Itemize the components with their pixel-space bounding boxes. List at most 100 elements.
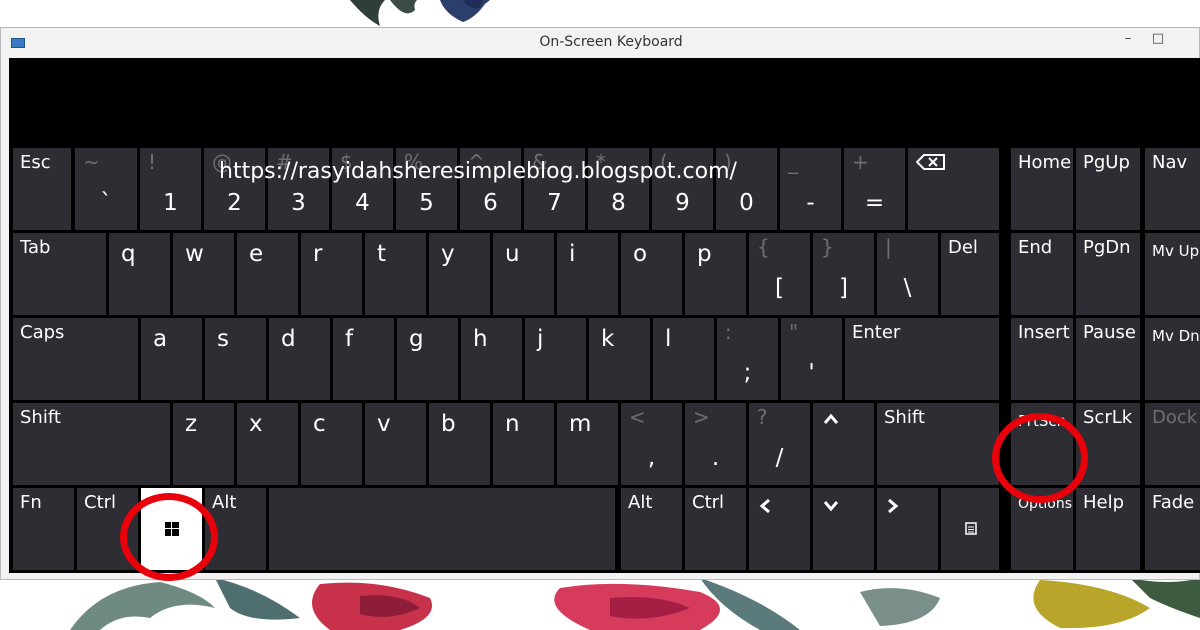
up-arrow-key[interactable] <box>813 403 874 485</box>
key-p[interactable]: p <box>685 233 746 315</box>
equals-key[interactable]: + = <box>844 148 905 230</box>
semicolon-key[interactable]: :; <box>717 318 778 400</box>
equals-key-shift: + <box>852 150 869 174</box>
alt-right-key[interactable]: Alt <box>621 488 682 570</box>
key-i[interactable]: i <box>557 233 618 315</box>
key-b-char: b <box>441 411 456 437</box>
key-j-char: j <box>537 326 544 352</box>
key-t[interactable]: t <box>365 233 426 315</box>
key-n[interactable]: n <box>493 403 554 485</box>
minus-key[interactable]: _ - <box>780 148 841 230</box>
key-h[interactable]: h <box>461 318 522 400</box>
end-key[interactable]: End <box>1011 233 1073 315</box>
quote-key-shift: " <box>789 320 799 344</box>
backspace-key[interactable] <box>908 148 999 230</box>
key-r-char: r <box>313 241 323 267</box>
watercolor-flowers-bottom <box>70 578 1200 630</box>
dock-key[interactable]: Dock <box>1145 403 1200 485</box>
key-m[interactable]: m <box>557 403 618 485</box>
key-x[interactable]: x <box>237 403 298 485</box>
comma-key[interactable]: <, <box>621 403 682 485</box>
key-z[interactable]: z <box>173 403 234 485</box>
key-f[interactable]: f <box>333 318 394 400</box>
key-v[interactable]: v <box>365 403 426 485</box>
chevron-down-icon <box>823 501 839 512</box>
key-w[interactable]: w <box>173 233 234 315</box>
key-k[interactable]: k <box>589 318 650 400</box>
down-arrow-key[interactable] <box>813 488 874 570</box>
key-e[interactable]: e <box>237 233 298 315</box>
pgdn-key[interactable]: PgDn <box>1076 233 1140 315</box>
nav-key-label: Nav <box>1152 152 1188 173</box>
maximize-button[interactable]: □ <box>1145 30 1171 50</box>
key-d-char: d <box>281 326 296 352</box>
key-c[interactable]: c <box>301 403 362 485</box>
context-menu-icon <box>965 522 977 535</box>
key-a[interactable]: a <box>141 318 202 400</box>
shift-right-key-label: Shift <box>884 407 925 428</box>
slash-key[interactable]: ? / <box>749 403 810 485</box>
right-arrow-key[interactable] <box>877 488 938 570</box>
fade-key[interactable]: Fade <box>1145 488 1200 570</box>
backslash-key[interactable]: | \ <box>877 233 938 315</box>
pgup-key[interactable]: PgUp <box>1076 148 1140 230</box>
key-d[interactable]: d <box>269 318 330 400</box>
mv-dn-key[interactable]: Mv Dn <box>1145 318 1200 400</box>
tab-key-label: Tab <box>20 237 51 258</box>
backslash-key-char: \ <box>903 275 912 301</box>
shift-left-key[interactable]: Shift <box>13 403 170 485</box>
menu-key[interactable] <box>941 488 999 570</box>
tab-key[interactable]: Tab <box>13 233 106 315</box>
shift-right-key[interactable]: Shift <box>877 403 999 485</box>
key-r[interactable]: r <box>301 233 362 315</box>
nav-key[interactable]: Nav <box>1145 148 1200 230</box>
ctrl-right-key-label: Ctrl <box>692 492 725 513</box>
chevron-up-icon <box>823 413 839 424</box>
ctrl-right-key[interactable]: Ctrl <box>685 488 746 570</box>
home-key[interactable]: Home <box>1011 148 1073 230</box>
key-t-char: t <box>377 241 387 267</box>
key-2-char: 2 <box>227 190 242 216</box>
key-l[interactable]: l <box>653 318 714 400</box>
minimize-button[interactable]: – <box>1115 30 1141 50</box>
key-u[interactable]: u <box>493 233 554 315</box>
period-key[interactable]: >. <box>685 403 746 485</box>
help-key[interactable]: Help <box>1076 488 1140 570</box>
end-key-label: End <box>1018 237 1053 258</box>
backslash-key-shift: | <box>885 235 892 259</box>
key-1[interactable]: ! 1 <box>140 148 201 230</box>
mv-up-key[interactable]: Mv Up <box>1145 233 1200 315</box>
chevron-right-icon <box>888 498 899 514</box>
key-y[interactable]: y <box>429 233 490 315</box>
pause-key[interactable]: Pause <box>1076 318 1140 400</box>
backtick-key[interactable]: ~ ` <box>75 148 137 230</box>
key-b[interactable]: b <box>429 403 490 485</box>
space-key[interactable] <box>269 488 615 570</box>
slash-key-shift: ? <box>757 405 768 429</box>
del-key[interactable]: Del <box>941 233 999 315</box>
rbracket-key-shift: } <box>821 235 834 259</box>
quote-key-char: ' <box>808 360 815 386</box>
key-w-char: w <box>185 241 204 267</box>
lbracket-key[interactable]: {[ <box>749 233 810 315</box>
rbracket-key[interactable]: }] <box>813 233 874 315</box>
left-arrow-key[interactable] <box>749 488 810 570</box>
key-5-char: 5 <box>419 190 434 216</box>
quote-key[interactable]: " ' <box>781 318 842 400</box>
keyboard-area: https://rasyidahsheresimpleblog.blogspot… <box>9 58 1200 581</box>
fn-key[interactable]: Fn <box>13 488 74 570</box>
shift-left-key-label: Shift <box>20 407 61 428</box>
key-h-char: h <box>473 326 488 352</box>
key-g-char: g <box>409 326 424 352</box>
esc-key[interactable]: Esc <box>13 148 71 230</box>
minus-key-char: - <box>806 190 815 216</box>
dock-key-label: Dock <box>1152 407 1198 428</box>
enter-key[interactable]: Enter <box>845 318 999 400</box>
key-g[interactable]: g <box>397 318 458 400</box>
key-q[interactable]: q <box>109 233 170 315</box>
key-s[interactable]: s <box>205 318 266 400</box>
caps-key[interactable]: Caps <box>13 318 138 400</box>
key-o[interactable]: o <box>621 233 682 315</box>
key-j[interactable]: j <box>525 318 586 400</box>
insert-key[interactable]: Insert <box>1011 318 1073 400</box>
